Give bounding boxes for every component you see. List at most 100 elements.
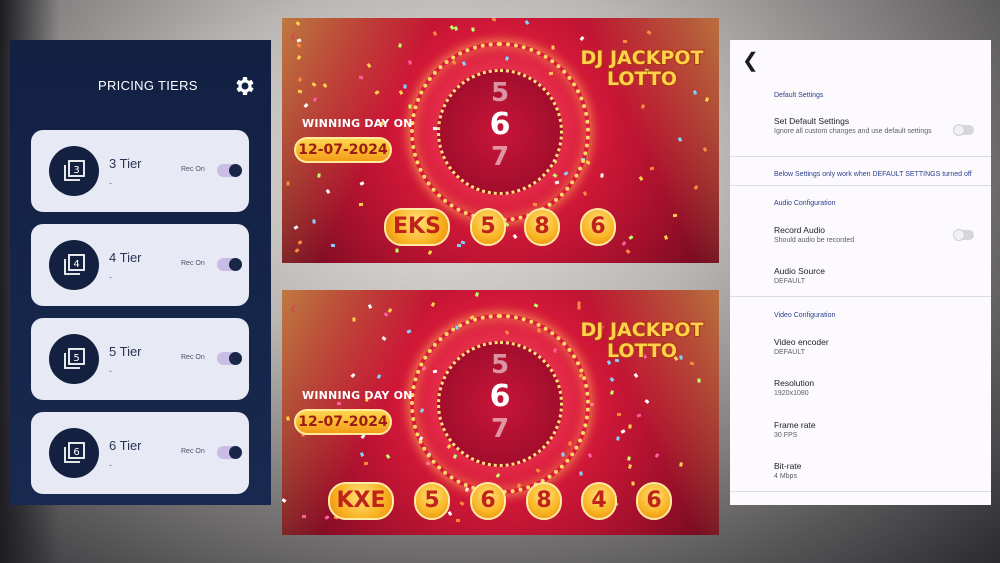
- confetti-piece: [628, 424, 632, 429]
- tier-icon: 6: [49, 428, 99, 478]
- rec-toggle[interactable]: [217, 258, 242, 271]
- setting-title: Resolution: [774, 378, 815, 388]
- section-video-configuration: Video Configuration: [774, 312, 836, 319]
- wheel-digit: 7: [490, 142, 510, 172]
- confetti-piece: [631, 481, 635, 486]
- setting-value: 1920x1080: [774, 390, 809, 397]
- divider: [730, 185, 991, 186]
- setting-title: Bit-rate: [774, 461, 802, 471]
- confetti-piece: [408, 104, 412, 109]
- lotto-code: EKS: [384, 208, 450, 246]
- divider: [730, 491, 991, 492]
- filter-3-icon: 3: [64, 160, 85, 181]
- svg-text:3: 3: [73, 165, 79, 176]
- tier-card[interactable]: 4 4 Tier - Rec On: [31, 224, 249, 306]
- page-title: PRICING TIERS: [98, 78, 198, 93]
- tier-card[interactable]: 3 3 Tier - Rec On: [31, 130, 249, 212]
- confetti-piece: [352, 317, 356, 322]
- confetti-piece: [302, 515, 306, 518]
- confetti-piece: [336, 401, 342, 406]
- tier-subtitle: -: [109, 272, 112, 282]
- confetti-piece: [403, 84, 407, 89]
- confetti-piece: [589, 402, 595, 407]
- tier-name: 6 Tier: [109, 438, 142, 453]
- lotto-screen-top: ‹ 5 6 7 DJ JACKPOT LOTTO WINNING DAY ON …: [282, 18, 719, 263]
- wheel-digit: 5: [490, 350, 510, 380]
- setting-title: Frame rate: [774, 420, 816, 430]
- setting-description: Should audio be recorded: [774, 237, 855, 244]
- brand-logo: DJ JACKPOT LOTTO: [580, 47, 704, 90]
- setting-value: 4 Mbps: [774, 473, 797, 480]
- confetti-piece: [616, 412, 622, 417]
- confetti-piece: [456, 243, 462, 248]
- tier-icon: 3: [49, 146, 99, 196]
- rec-toggle[interactable]: [217, 446, 242, 459]
- lotto-number: 5: [470, 208, 506, 246]
- set-default-toggle[interactable]: [953, 124, 974, 136]
- back-arrow-icon[interactable]: ‹: [290, 298, 296, 319]
- tier-name: 3 Tier: [109, 156, 142, 171]
- rec-label: Rec On: [181, 448, 205, 455]
- confetti-piece: [286, 416, 290, 421]
- wheel-digit: 6: [489, 379, 511, 414]
- confetti-piece: [471, 27, 475, 32]
- divider: [730, 296, 991, 297]
- rec-toggle[interactable]: [217, 164, 242, 177]
- divider: [730, 156, 991, 157]
- lotto-number: 8: [526, 482, 562, 520]
- setting-value: DEFAULT: [774, 278, 805, 285]
- tier-name: 4 Tier: [109, 250, 142, 265]
- rec-label: Rec On: [181, 166, 205, 173]
- draw-date: 12-07-2024: [294, 137, 392, 163]
- confetti-piece: [312, 219, 316, 224]
- confetti-piece: [455, 518, 461, 523]
- confetti-piece: [600, 173, 604, 178]
- tier-subtitle: -: [109, 178, 112, 188]
- record-audio-toggle[interactable]: [953, 229, 974, 241]
- lotto-number: 8: [524, 208, 560, 246]
- lotto-screen-bottom: ‹ 5 6 7 DJ JACKPOT LOTTO WINNING DAY ON …: [282, 290, 719, 535]
- confetti-piece: [395, 248, 399, 253]
- gear-icon[interactable]: [232, 74, 256, 98]
- pricing-tiers-panel: PRICING TIERS 3 3 Tier - Rec On 4 4 Tier…: [10, 40, 271, 505]
- svg-text:5: 5: [73, 353, 79, 364]
- settings-panel: ❮ Default Settings Set Default Settings …: [730, 40, 991, 505]
- back-arrow-icon[interactable]: ‹: [290, 26, 296, 47]
- confetti-piece: [358, 202, 364, 207]
- draw-date: 12-07-2024: [294, 409, 392, 435]
- rec-label: Rec On: [181, 354, 205, 361]
- tier-card[interactable]: 5 5 Tier - Rec On: [31, 318, 249, 400]
- section-default-settings: Default Settings: [774, 92, 824, 99]
- back-arrow-icon[interactable]: ❮: [742, 48, 759, 73]
- confetti-piece: [577, 301, 581, 306]
- tier-subtitle: -: [109, 366, 112, 376]
- wheel-digits: 5 6 7: [488, 352, 512, 442]
- lotto-number: 4: [581, 482, 617, 520]
- pricing-header: PRICING TIERS: [10, 40, 271, 130]
- setting-description: Ignore all custom changes and use defaul…: [774, 128, 932, 135]
- setting-title: Record Audio: [774, 225, 826, 235]
- confetti-piece: [579, 471, 583, 476]
- confetti-piece: [286, 181, 290, 186]
- tier-name: 5 Tier: [109, 344, 142, 359]
- settings-notice: Below Settings only work when DEFAULT SE…: [774, 171, 972, 178]
- tier-icon: 4: [49, 240, 99, 290]
- winning-day-label: WINNING DAY ON: [302, 117, 413, 130]
- confetti-piece: [358, 75, 364, 80]
- section-audio-configuration: Audio Configuration: [774, 200, 836, 207]
- setting-title: Video encoder: [774, 337, 829, 347]
- confetti-piece: [697, 378, 701, 383]
- filter-5-icon: 5: [64, 348, 85, 369]
- rec-toggle[interactable]: [217, 352, 242, 365]
- wheel-digit: 6: [489, 107, 511, 142]
- tier-subtitle: -: [109, 460, 112, 470]
- confetti-piece: [551, 45, 555, 50]
- tier-icon: 5: [49, 334, 99, 384]
- filter-4-icon: 4: [64, 254, 85, 275]
- confetti-piece: [672, 213, 678, 218]
- lotto-number: 6: [580, 208, 616, 246]
- confetti-piece: [408, 60, 412, 65]
- brand-logo: DJ JACKPOT LOTTO: [580, 319, 704, 362]
- setting-value: DEFAULT: [774, 349, 805, 356]
- tier-card[interactable]: 6 6 Tier - Rec On: [31, 412, 249, 494]
